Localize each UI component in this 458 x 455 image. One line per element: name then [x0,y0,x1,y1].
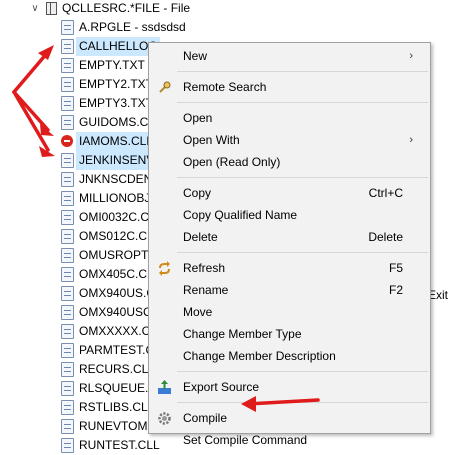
menu-separator [177,177,428,178]
menu-item-set-compile-command[interactable]: Set Compile Command [149,429,430,451]
file-icon [61,229,74,244]
file-icon [61,438,74,453]
tree-member-label: OMX405C.CL [79,267,154,281]
file-icon [61,39,74,54]
overflow-text: Exit [428,288,449,302]
menu-item-shortcut: Delete [368,230,403,244]
file-icon [61,96,74,111]
menu-item-remote-search[interactable]: Remote Search [149,76,430,98]
error-icon [61,135,73,147]
menu-item-label: Remote Search [183,80,267,94]
menu-separator [177,402,428,403]
submenu-arrow-icon: › [409,50,413,62]
menu-item-refresh[interactable]: Refresh F5 [149,257,430,279]
tree-member-label: RUNTEST.CLL [79,438,160,452]
file-icon [61,324,74,339]
menu-item-copy[interactable]: Copy Ctrl+C [149,182,430,204]
menu-item-label: Open [183,111,213,125]
file-icon [61,381,74,396]
menu-item-rename[interactable]: Rename F2 [149,279,430,301]
menu-item-shortcut: Ctrl+C [368,186,403,200]
menu-item-label: Open With [183,133,240,147]
tree-member-label: OMI0032C.CL [79,210,156,224]
export-icon [157,380,172,395]
tree-member-label: A.RPGLE - ssdsdsd [79,20,186,34]
file-icon [61,191,74,206]
menu-item-label: Refresh [183,261,226,275]
menu-item-open-with[interactable]: Open With › [149,129,430,151]
menu-item-export-source[interactable]: Export Source [149,376,430,398]
tree-member-label: EMPTY.TXT - [79,58,152,72]
file-icon [61,153,74,168]
menu-separator [177,252,428,253]
context-menu: New › Remote Search Open Open With › Open (Rea… [148,42,431,447]
file-icon [61,362,74,377]
tree-member-label: OMX940USC [79,305,152,319]
menu-item-label: Delete [183,230,218,244]
menu-separator [177,102,428,103]
file-icon [61,210,74,225]
file-icon [61,400,74,415]
menu-item-open[interactable]: Open [149,107,430,129]
file-icon [61,248,74,263]
tree-member-label: OMS012C.CL [79,229,154,243]
menu-item-copy-qualified-name[interactable]: Copy Qualified Name [149,204,430,226]
tree-member-label: MILLIONOBJ [79,191,151,205]
menu-item-label: Export Source [183,380,260,394]
menu-item-label: Copy Qualified Name [183,208,298,222]
menu-item-label: Change Member Description [183,349,336,363]
menu-item-shortcut: F2 [388,283,403,297]
menu-item-delete[interactable]: Delete Delete [149,226,430,248]
tree-member-label: EMPTY3.TXT [79,96,154,110]
file-icon [61,20,74,35]
tree-member-label: OMX940US.C [79,286,156,300]
tree-member-label: EMPTY2.TXT [79,77,154,91]
submenu-arrow-icon: › [409,134,413,146]
search-icon [157,80,172,95]
file-icon [61,77,74,92]
file-icon [61,286,74,301]
tree-member-label: PARMTEST.C [79,343,155,357]
menu-item-change-member-description[interactable]: Change Member Description [149,345,430,367]
menu-item-shortcut: F5 [388,261,403,275]
file-icon [61,343,74,358]
gear-icon [157,411,172,426]
menu-item-label: Copy [183,186,212,200]
tree-member-label: RUNEVTOMS [79,419,156,433]
menu-item-label: New [183,49,208,63]
file-icon [61,58,74,73]
menu-separator [177,71,428,72]
refresh-icon [157,261,172,276]
file-icon [61,305,74,320]
menu-item-label: Open (Read Only) [183,155,281,169]
file-icon [61,267,74,282]
menu-separator [177,371,428,372]
library-icon [46,2,57,15]
file-icon [61,115,74,130]
menu-item-label: Move [183,305,213,319]
menu-item-label: Change Member Type [183,327,302,341]
menu-item-change-member-type[interactable]: Change Member Type [149,323,430,345]
file-icon [61,419,74,434]
file-icon [61,172,74,187]
library-label: QCLLESRC.*FILE - File [62,1,191,15]
menu-item-move[interactable]: Move [149,301,430,323]
menu-item-label: Rename [183,283,229,297]
tree-member-label: OMUSROPTO [79,248,158,262]
tree-member-label: OMXXXXX.CL [79,324,158,338]
expand-caret-icon[interactable]: ∨ [30,0,40,18]
menu-item-open-read-only[interactable]: Open (Read Only) [149,151,430,173]
menu-item-label: Set Compile Command [183,433,308,447]
menu-item-new[interactable]: New › [149,45,430,67]
